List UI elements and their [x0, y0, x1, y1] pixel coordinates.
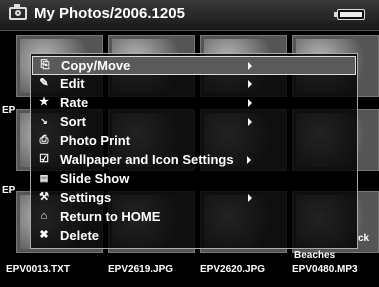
filename-label: EPV2620.JPG: [200, 264, 266, 275]
battery-icon: [334, 9, 365, 20]
menu-item-label: Copy/Move: [61, 58, 131, 73]
menu-item-settings[interactable]: ⚒ Settings: [32, 189, 356, 208]
menu-item-label: Return to HOME: [60, 209, 161, 224]
pencil-icon: ✎: [39, 77, 49, 89]
thumbnail-label: ck: [358, 233, 370, 244]
copy-icon: ⎘: [40, 59, 50, 71]
menu-item-sort[interactable]: ↘ Sort: [32, 113, 356, 132]
context-menu: ⎘ Copy/Move ✎ Edit ★ Rate ↘ Sort ⎙ Photo…: [30, 53, 358, 249]
printer-icon: ⎙: [39, 134, 49, 146]
filename-row: EPV0013.TXT EPV2619.JPG EPV2620.JPG EPV0…: [0, 264, 379, 278]
filename-label: EPV0480.MP3: [292, 264, 358, 275]
menu-item-rate[interactable]: ★ Rate: [32, 94, 356, 113]
camera-icon: [9, 4, 27, 20]
menu-item-wallpaper-settings[interactable]: ☑ Wallpaper and Icon Settings: [32, 151, 356, 170]
menu-item-label: Settings: [60, 190, 112, 205]
title-bar: My Photos/2006.1205: [0, 0, 379, 31]
menu-item-edit[interactable]: ✎ Edit: [32, 75, 356, 94]
folder-path-title: My Photos/2006.1205: [34, 5, 185, 22]
menu-item-label: Edit: [60, 76, 85, 91]
submenu-arrow-icon: [248, 99, 252, 107]
wrench-icon: ⚒: [39, 191, 49, 203]
submenu-arrow-icon: [248, 62, 252, 70]
thumbnail-label: Beaches: [294, 250, 336, 261]
menu-item-slide-show[interactable]: ▤ Slide Show: [32, 170, 356, 189]
menu-item-label: Slide Show: [60, 171, 130, 186]
menu-item-label: Rate: [60, 95, 89, 110]
filename-label: EPV0013.TXT: [6, 264, 70, 275]
photo-viewer-screen: My Photos/2006.1205 EP EP Beaches ck EPV…: [0, 0, 379, 287]
menu-item-delete[interactable]: ✖ Delete: [32, 227, 356, 246]
menu-item-label: Wallpaper and Icon Settings: [60, 152, 234, 167]
submenu-arrow-icon: [248, 80, 252, 88]
submenu-arrow-icon: [248, 118, 252, 126]
menu-item-label: Photo Print: [60, 133, 131, 148]
filename-label: EPV2619.JPG: [108, 264, 174, 275]
menu-item-label: Delete: [60, 228, 100, 243]
sort-icon: ↘: [40, 116, 48, 126]
star-icon: ★: [39, 96, 49, 108]
thumbnail-label: EP: [2, 105, 16, 116]
home-icon: ⌂: [40, 210, 48, 222]
submenu-arrow-icon: [248, 194, 252, 202]
menu-item-copy-move[interactable]: ⎘ Copy/Move: [32, 56, 356, 75]
slideshow-icon: ▤: [39, 173, 49, 183]
wallpaper-icon: ☑: [39, 153, 49, 165]
menu-item-photo-print[interactable]: ⎙ Photo Print: [32, 132, 356, 151]
submenu-arrow-icon: [247, 156, 251, 164]
trash-icon: ✖: [39, 229, 49, 241]
thumbnail-label: EP: [2, 185, 16, 196]
menu-item-return-home[interactable]: ⌂ Return to HOME: [32, 208, 356, 227]
menu-item-label: Sort: [60, 114, 86, 129]
